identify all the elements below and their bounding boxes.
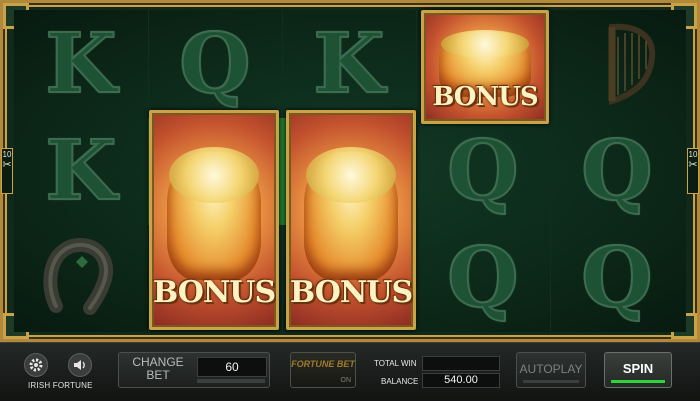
scissors-icon: ✂ xyxy=(688,159,698,171)
bonus-label: BONUS xyxy=(289,274,413,310)
bet-value: 60 xyxy=(197,357,267,377)
autoplay-label: AUTOPLAY xyxy=(519,362,583,376)
bonus-symbol: BONUS xyxy=(421,10,549,124)
balance-value: 540.00 xyxy=(422,373,500,388)
harp-icon xyxy=(590,18,670,108)
fortune-bet-label: FORTUNE BET xyxy=(291,359,355,369)
gold-coins-image xyxy=(169,147,259,203)
fortune-bet-toggle[interactable]: FORTUNE BET ON xyxy=(290,352,356,388)
total-win-value xyxy=(422,356,500,371)
symbol-k: K xyxy=(44,15,117,113)
payline-marker-left: 10 ✂ xyxy=(1,148,13,194)
spin-button[interactable]: SPIN xyxy=(604,352,672,388)
symbol-q: Q xyxy=(446,229,519,327)
scissors-icon: ✂ xyxy=(2,159,12,171)
autoplay-button[interactable]: AUTOPLAY xyxy=(516,352,586,388)
gear-icon[interactable] xyxy=(24,353,48,377)
symbol-q: Q xyxy=(580,229,653,327)
bet-indicator xyxy=(197,379,265,383)
fortune-bet-state: ON xyxy=(340,377,352,384)
game-name-label: IRISH FORTUNE xyxy=(28,381,93,390)
change-bet-panel: CHANGE BET 60 xyxy=(118,352,270,388)
symbol-k: K xyxy=(312,15,385,113)
gold-coins-image xyxy=(306,147,396,203)
total-win-label: TOTAL WIN xyxy=(374,359,417,368)
speaker-icon[interactable] xyxy=(68,353,92,377)
bonus-label: BONUS xyxy=(432,82,538,113)
bonus-label: BONUS xyxy=(152,274,276,310)
bonus-symbol: BONUS xyxy=(286,110,416,330)
payline-marker-right: 10 ✂ xyxy=(687,148,699,194)
horseshoe-icon xyxy=(42,236,114,318)
symbol-q: Q xyxy=(446,122,519,220)
change-bet-button[interactable]: CHANGE BET xyxy=(127,356,189,382)
symbol-k: K xyxy=(44,122,117,220)
bonus-symbol: BONUS xyxy=(149,110,279,330)
spin-label: SPIN xyxy=(622,361,654,376)
symbol-q: Q xyxy=(580,122,653,220)
symbol-q: Q xyxy=(178,15,251,113)
spin-indicator xyxy=(611,380,665,383)
autoplay-indicator xyxy=(523,380,579,383)
balance-label: BALANCE xyxy=(381,377,419,386)
